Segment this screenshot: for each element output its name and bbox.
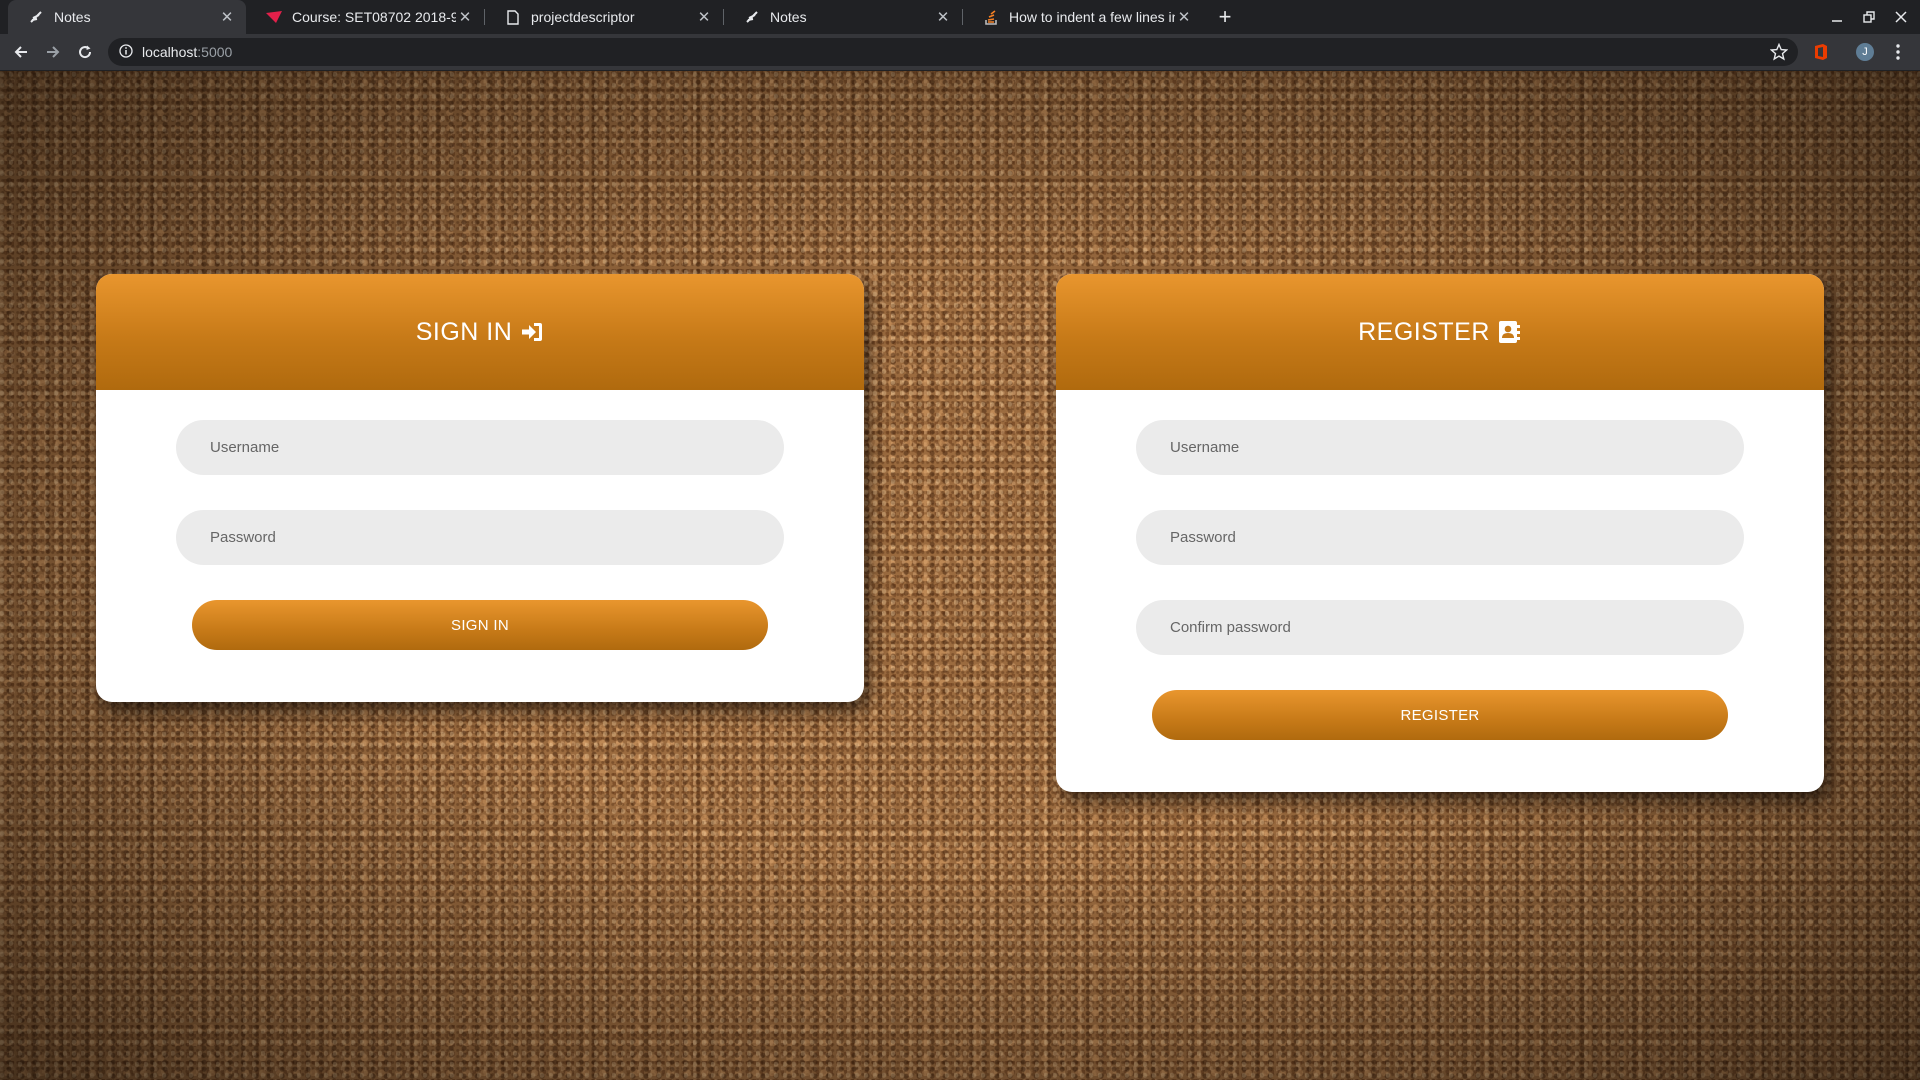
browser-tab-strip: Notes ✕ Course: SET08702 2018-9 T ✕ proj…	[0, 0, 1920, 34]
signin-username-input[interactable]	[176, 420, 784, 475]
url-port: :5000	[197, 44, 233, 60]
document-icon	[505, 9, 521, 25]
signin-header: SIGN IN	[96, 274, 864, 390]
address-book-icon	[1498, 320, 1522, 344]
tab-course[interactable]: Course: SET08702 2018-9 T ✕	[246, 0, 484, 34]
corkboard-background: SIGN IN SIGN IN REGISTER REGISTER	[0, 71, 1920, 1080]
close-icon[interactable]: ✕	[1175, 8, 1193, 26]
signin-button[interactable]: SIGN IN	[192, 600, 768, 650]
browser-toolbar: localhost:5000 J	[0, 34, 1920, 71]
register-title: REGISTER	[1358, 317, 1490, 346]
forward-arrow-icon[interactable]	[40, 39, 66, 65]
restore-icon[interactable]	[1852, 0, 1886, 34]
register-button[interactable]: REGISTER	[1152, 690, 1728, 740]
tab-projectdescriptor[interactable]: projectdescriptor ✕	[485, 0, 723, 34]
register-card: REGISTER REGISTER	[1056, 274, 1824, 792]
signin-password-input[interactable]	[176, 510, 784, 565]
stackoverflow-icon	[983, 9, 999, 25]
reload-icon[interactable]	[72, 39, 98, 65]
tab-title: Course: SET08702 2018-9 T	[292, 9, 456, 25]
register-confirm-password-input[interactable]	[1136, 600, 1744, 655]
tab-title: Notes	[54, 9, 91, 25]
notes-feather-icon	[744, 9, 760, 25]
more-menu-icon[interactable]	[1888, 42, 1908, 62]
tab-stackoverflow[interactable]: How to indent a few lines in ✕	[963, 0, 1203, 34]
notes-feather-icon	[28, 9, 44, 25]
new-tab-button[interactable]: +	[1212, 4, 1238, 30]
profile-avatar[interactable]: J	[1855, 42, 1875, 62]
sign-in-icon	[520, 320, 544, 344]
close-icon[interactable]: ✕	[456, 8, 474, 26]
signin-card: SIGN IN SIGN IN	[96, 274, 864, 702]
tab-notes[interactable]: Notes ✕	[724, 0, 962, 34]
url-text: localhost:5000	[142, 38, 232, 66]
info-icon[interactable]	[119, 44, 133, 58]
back-arrow-icon[interactable]	[8, 39, 34, 65]
close-icon[interactable]: ✕	[695, 8, 713, 26]
signin-title: SIGN IN	[415, 317, 513, 346]
close-window-icon[interactable]	[1884, 0, 1918, 34]
close-icon[interactable]: ✕	[218, 8, 236, 26]
tab-title: projectdescriptor	[531, 9, 635, 25]
register-header: REGISTER	[1056, 274, 1824, 390]
tab-title: How to indent a few lines in	[1009, 9, 1175, 25]
moodle-icon	[266, 9, 282, 25]
url-host: localhost	[142, 44, 198, 60]
address-bar[interactable]: localhost:5000	[108, 38, 1798, 66]
office-extension-icon[interactable]	[1811, 42, 1831, 62]
profile-initial: J	[1862, 46, 1868, 58]
register-username-input[interactable]	[1136, 420, 1744, 475]
signin-form: SIGN IN	[96, 390, 864, 702]
tab-title: Notes	[770, 9, 807, 25]
register-password-input[interactable]	[1136, 510, 1744, 565]
bookmark-star-icon[interactable]	[1769, 42, 1789, 61]
minimize-icon[interactable]	[1820, 0, 1854, 34]
close-icon[interactable]: ✕	[934, 8, 952, 26]
tab-notes-active[interactable]: Notes ✕	[8, 0, 246, 34]
register-form: REGISTER	[1056, 390, 1824, 792]
